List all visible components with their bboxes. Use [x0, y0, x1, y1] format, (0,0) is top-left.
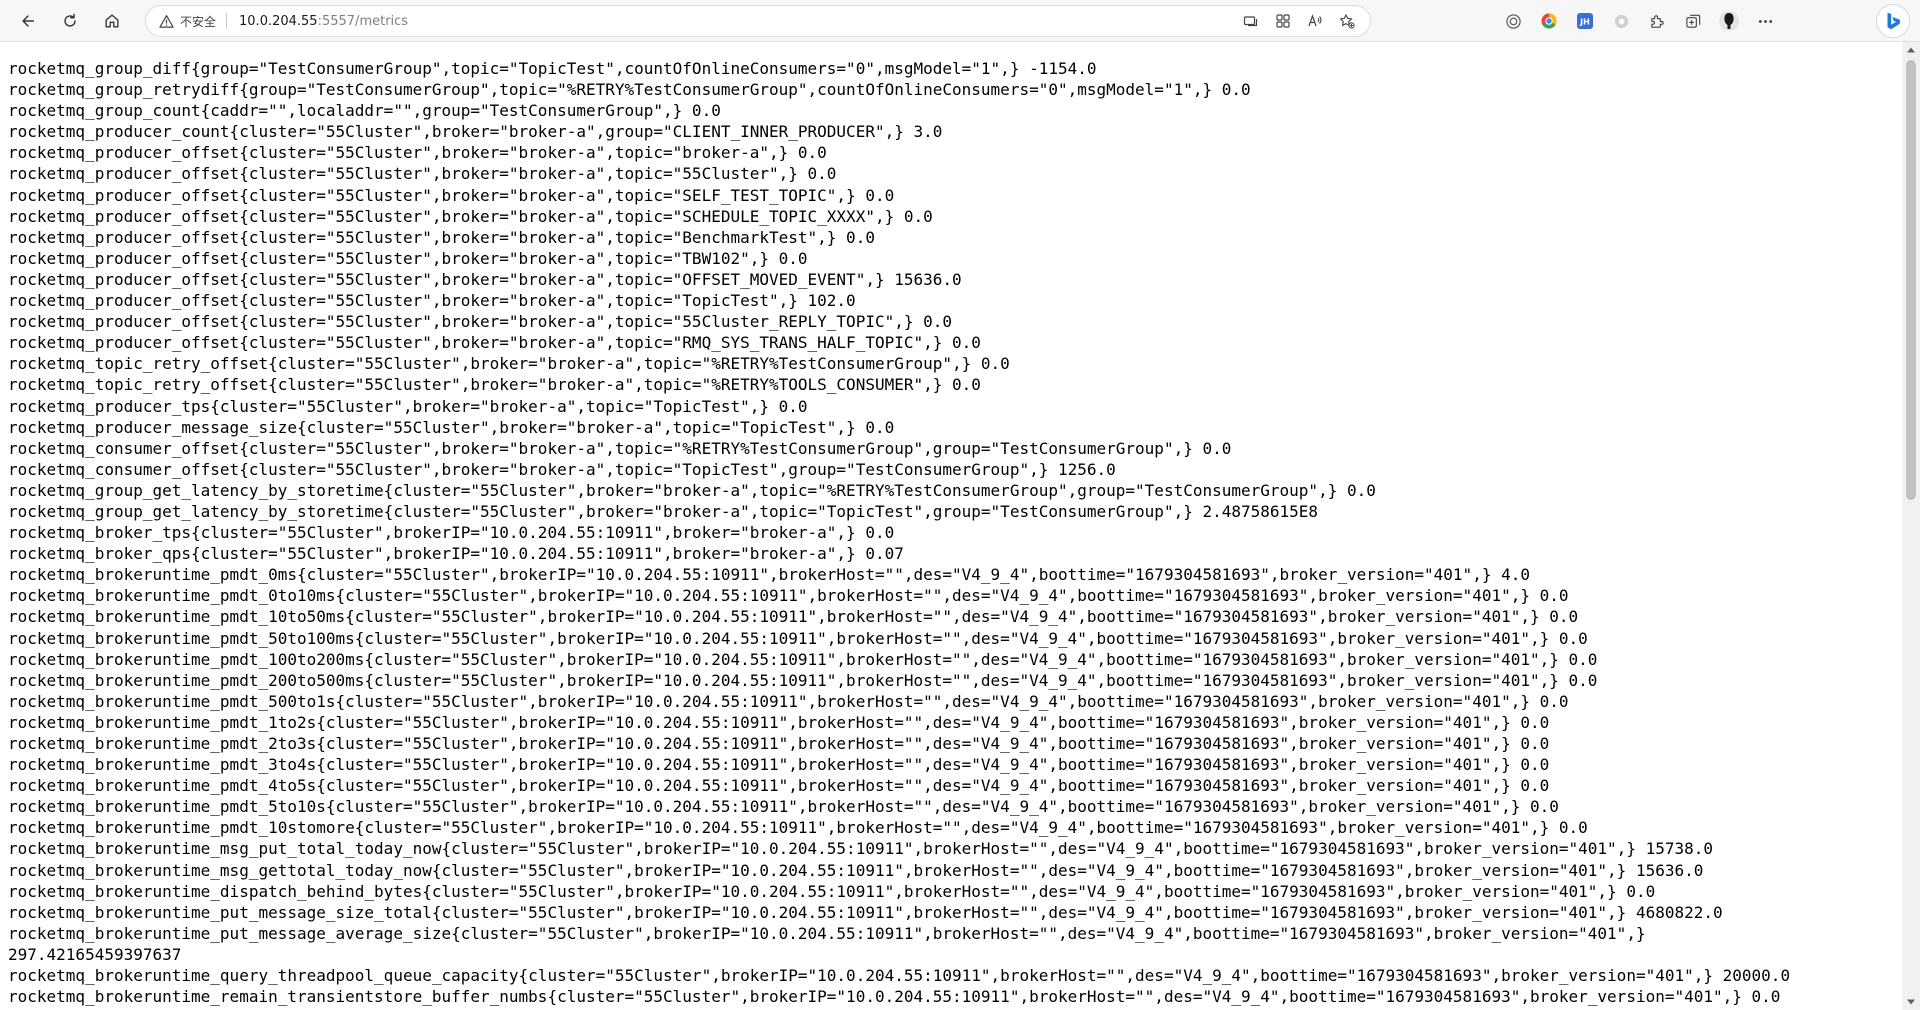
- scroll-up-arrow-icon[interactable]: [1906, 46, 1916, 54]
- metric-line: rocketmq_producer_offset{cluster="55Clus…: [8, 312, 953, 332]
- metric-line: rocketmq_brokeruntime_dispatch_behind_by…: [8, 881, 1656, 901]
- warning-triangle-icon[interactable]: [158, 13, 174, 29]
- address-separator: [226, 13, 228, 29]
- metric-line: 297.42165459397637: [8, 944, 182, 964]
- page-content: rocketmq_group_diff{group="TestConsumerG…: [0, 42, 1902, 1010]
- address-bar-actions: [1242, 6, 1356, 36]
- metric-line: rocketmq_brokeruntime_msg_gettotal_today…: [8, 860, 1704, 880]
- metric-line: rocketmq_group_count{caddr="",localaddr=…: [8, 101, 721, 121]
- url-host: 10.0.204.55: [239, 13, 318, 29]
- metric-line: rocketmq_producer_offset{cluster="55Clus…: [8, 185, 895, 205]
- scroll-down-arrow-icon[interactable]: [1906, 998, 1916, 1006]
- metric-line: rocketmq_brokeruntime_pmdt_100to200ms{cl…: [8, 649, 1598, 669]
- svg-text:JH: JH: [1579, 18, 1590, 27]
- metric-line: rocketmq_group_get_latency_by_storetime{…: [8, 480, 1376, 500]
- metric-line: rocketmq_brokeruntime_put_message_averag…: [8, 923, 1646, 943]
- metric-line: rocketmq_brokeruntime_pmdt_0to10ms{clust…: [8, 586, 1569, 606]
- metric-line: rocketmq_group_get_latency_by_storetime{…: [8, 501, 1319, 521]
- more-icon[interactable]: [1752, 8, 1778, 34]
- metric-line: rocketmq_producer_message_size{cluster="…: [8, 417, 895, 437]
- profile-avatar-icon[interactable]: [1716, 8, 1742, 34]
- metric-line: rocketmq_producer_count{cluster="55Clust…: [8, 122, 943, 142]
- metric-line: rocketmq_brokeruntime_pmdt_4to5s{cluster…: [8, 776, 1550, 796]
- extension-color-wheel-icon[interactable]: [1536, 8, 1562, 34]
- metric-line: rocketmq_producer_offset{cluster="55Clus…: [8, 269, 962, 289]
- metric-line: rocketmq_producer_offset{cluster="55Clus…: [8, 291, 856, 311]
- extension-tracking-icon[interactable]: [1500, 8, 1526, 34]
- extensions-icon[interactable]: [1644, 8, 1670, 34]
- browser-toolbar: 不安全 10.0.204.55:5557/metrics JH: [0, 0, 1920, 42]
- metric-line: rocketmq_brokeruntime_remain_transientst…: [8, 987, 1781, 1007]
- metric-line: rocketmq_producer_offset{cluster="55Clus…: [8, 206, 933, 226]
- refresh-icon[interactable]: [52, 5, 88, 37]
- collections-icon[interactable]: [1680, 8, 1706, 34]
- nav-buttons: [0, 5, 130, 37]
- metric-line: rocketmq_producer_offset{cluster="55Clus…: [8, 143, 827, 163]
- extensions-bar: JH: [1500, 5, 1778, 37]
- metric-line: rocketmq_brokeruntime_pmdt_500to1s{clust…: [8, 691, 1569, 711]
- bing-chat-icon[interactable]: [1876, 4, 1910, 38]
- metric-line: rocketmq_brokeruntime_pmdt_10to50ms{clus…: [8, 607, 1579, 627]
- back-arrow-icon[interactable]: [10, 5, 46, 37]
- extension-jh-icon[interactable]: JH: [1572, 8, 1598, 34]
- vertical-scrollbar[interactable]: [1902, 42, 1920, 1010]
- add-favorite-icon[interactable]: [1338, 12, 1356, 30]
- metrics-text: rocketmq_group_diff{group="TestConsumerG…: [8, 58, 1898, 1007]
- metric-line: rocketmq_group_diff{group="TestConsumerG…: [8, 59, 1097, 78]
- metric-line: rocketmq_consumer_offset{cluster="55Clus…: [8, 438, 1232, 458]
- metric-line: rocketmq_broker_qps{cluster="55Cluster",…: [8, 544, 904, 564]
- address-bar[interactable]: 不安全 10.0.204.55:5557/metrics: [145, 5, 1371, 37]
- tab-actions-icon[interactable]: [1242, 12, 1260, 30]
- apps-icon[interactable]: [1274, 12, 1292, 30]
- metric-line: rocketmq_brokeruntime_pmdt_0ms{cluster="…: [8, 565, 1530, 585]
- metric-line: rocketmq_topic_retry_offset{cluster="55C…: [8, 354, 1010, 374]
- metric-line: rocketmq_topic_retry_offset{cluster="55C…: [8, 375, 981, 395]
- metric-line: rocketmq_brokeruntime_pmdt_50to100ms{clu…: [8, 628, 1588, 648]
- scrollbar-thumb[interactable]: [1906, 60, 1916, 500]
- metric-line: rocketmq_brokeruntime_msg_put_total_toda…: [8, 839, 1714, 859]
- security-status-label[interactable]: 不安全: [180, 13, 216, 30]
- metric-line: rocketmq_broker_tps{cluster="55Cluster",…: [8, 523, 895, 543]
- metric-line: rocketmq_brokeruntime_pmdt_3to4s{cluster…: [8, 755, 1550, 775]
- url-path: :5557/metrics: [317, 13, 409, 29]
- metric-line: rocketmq_brokeruntime_pmdt_200to500ms{cl…: [8, 670, 1598, 690]
- metric-line: rocketmq_producer_offset{cluster="55Clus…: [8, 164, 837, 184]
- metric-line: rocketmq_brokeruntime_put_message_size_t…: [8, 902, 1723, 922]
- extension-gray-icon[interactable]: [1608, 8, 1634, 34]
- metric-line: rocketmq_producer_offset{cluster="55Clus…: [8, 248, 808, 268]
- metric-line: rocketmq_brokeruntime_pmdt_5to10s{cluste…: [8, 797, 1559, 817]
- metric-line: rocketmq_group_retrydiff{group="TestCons…: [8, 80, 1251, 100]
- read-aloud-icon[interactable]: [1306, 12, 1324, 30]
- metric-line: rocketmq_producer_offset{cluster="55Clus…: [8, 227, 875, 247]
- metric-line: rocketmq_brokeruntime_pmdt_1to2s{cluster…: [8, 712, 1550, 732]
- metric-line: rocketmq_brokeruntime_query_threadpool_q…: [8, 966, 1791, 986]
- metric-line: rocketmq_brokeruntime_pmdt_10stomore{clu…: [8, 818, 1588, 838]
- metric-line: rocketmq_consumer_offset{cluster="55Clus…: [8, 459, 1116, 479]
- metric-line: rocketmq_producer_offset{cluster="55Clus…: [8, 333, 981, 353]
- metric-line: rocketmq_producer_tps{cluster="55Cluster…: [8, 396, 808, 416]
- metric-line: rocketmq_brokeruntime_pmdt_2to3s{cluster…: [8, 734, 1550, 753]
- home-icon[interactable]: [94, 5, 130, 37]
